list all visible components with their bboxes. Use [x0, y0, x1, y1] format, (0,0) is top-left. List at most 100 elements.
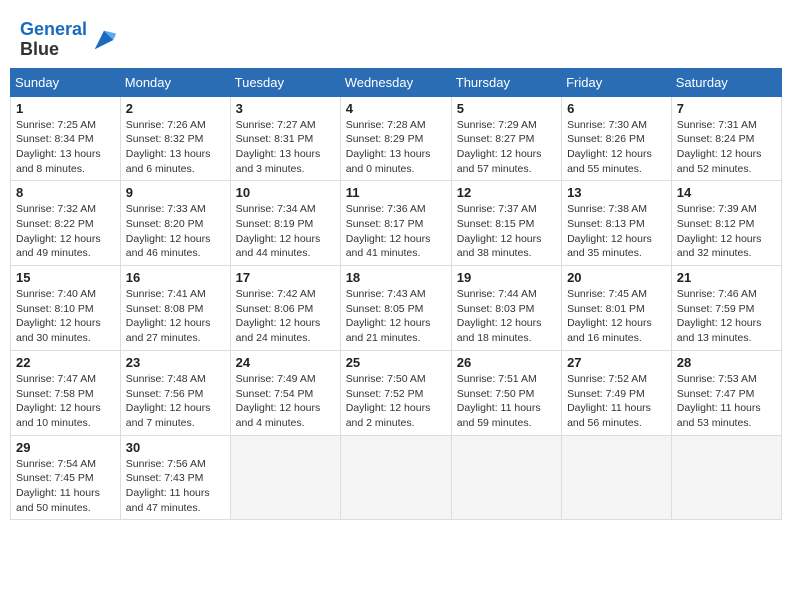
day-number: 12: [457, 185, 556, 200]
day-info: Sunrise: 7:42 AMSunset: 8:06 PMDaylight:…: [236, 287, 335, 346]
logo-icon: [90, 26, 118, 54]
calendar-cell: 23 Sunrise: 7:48 AMSunset: 7:56 PMDayligh…: [120, 350, 230, 435]
day-number: 16: [126, 270, 225, 285]
calendar-cell: 22 Sunrise: 7:47 AMSunset: 7:58 PMDayligh…: [11, 350, 121, 435]
day-number: 10: [236, 185, 335, 200]
logo-text: GeneralBlue: [20, 20, 87, 60]
day-number: 23: [126, 355, 225, 370]
day-info: Sunrise: 7:45 AMSunset: 8:01 PMDaylight:…: [567, 287, 666, 346]
calendar-cell: 24Sunrise: 7:49 AMSunset: 7:54 PMDayligh…: [230, 350, 340, 435]
day-info: Sunrise: 7:30 AMSunset: 8:26 PMDaylight:…: [567, 118, 666, 177]
day-info: Sunrise: 7:40 AMSunset: 8:10 PMDaylight:…: [16, 287, 115, 346]
page-header: GeneralBlue: [10, 10, 782, 68]
day-number: 20: [567, 270, 666, 285]
day-info: Sunrise: 7:54 AMSunset: 7:45 PMDaylight:…: [16, 457, 115, 516]
day-number: 28: [677, 355, 776, 370]
calendar-cell: 18 Sunrise: 7:43 AMSunset: 8:05 PMDayligh…: [340, 266, 451, 351]
day-info: Sunrise: 7:41 AMSunset: 8:08 PMDaylight:…: [126, 287, 225, 346]
calendar-cell: 2Sunrise: 7:26 AMSunset: 8:32 PMDaylight…: [120, 96, 230, 181]
day-info: Sunrise: 7:51 AMSunset: 7:50 PMDaylight:…: [457, 372, 556, 431]
weekday-header-thursday: Thursday: [451, 68, 561, 96]
calendar-cell: 13 Sunrise: 7:38 AMSunset: 8:13 PMDayligh…: [562, 181, 672, 266]
day-number: 13: [567, 185, 666, 200]
calendar-cell: [671, 435, 781, 520]
day-number: 18: [346, 270, 446, 285]
day-number: 2: [126, 101, 225, 116]
calendar-week-4: 22 Sunrise: 7:47 AMSunset: 7:58 PMDayligh…: [11, 350, 782, 435]
day-info: Sunrise: 7:48 AMSunset: 7:56 PMDaylight:…: [126, 372, 225, 431]
day-info: Sunrise: 7:50 AMSunset: 7:52 PMDaylight:…: [346, 372, 446, 431]
day-info: Sunrise: 7:34 AMSunset: 8:19 PMDaylight:…: [236, 202, 335, 261]
calendar-cell: [340, 435, 451, 520]
day-info: Sunrise: 7:47 AMSunset: 7:58 PMDaylight:…: [16, 372, 115, 431]
day-info: Sunrise: 7:32 AMSunset: 8:22 PMDaylight:…: [16, 202, 115, 261]
day-number: 21: [677, 270, 776, 285]
day-number: 24: [236, 355, 335, 370]
calendar-cell: 25Sunrise: 7:50 AMSunset: 7:52 PMDayligh…: [340, 350, 451, 435]
calendar-table: SundayMondayTuesdayWednesdayThursdayFrid…: [10, 68, 782, 521]
weekday-header-tuesday: Tuesday: [230, 68, 340, 96]
day-info: Sunrise: 7:36 AMSunset: 8:17 PMDaylight:…: [346, 202, 446, 261]
calendar-cell: 11Sunrise: 7:36 AMSunset: 8:17 PMDayligh…: [340, 181, 451, 266]
day-number: 3: [236, 101, 335, 116]
calendar-cell: 1 Sunrise: 7:25 AMSunset: 8:34 PMDaylight…: [11, 96, 121, 181]
calendar-cell: 12 Sunrise: 7:37 AMSunset: 8:15 PMDayligh…: [451, 181, 561, 266]
day-number: 14: [677, 185, 776, 200]
day-number: 6: [567, 101, 666, 116]
calendar-cell: 27 Sunrise: 7:52 AMSunset: 7:49 PMDayligh…: [562, 350, 672, 435]
day-info: Sunrise: 7:39 AMSunset: 8:12 PMDaylight:…: [677, 202, 776, 261]
calendar-cell: 29 Sunrise: 7:54 AMSunset: 7:45 PMDayligh…: [11, 435, 121, 520]
calendar-cell: 17 Sunrise: 7:42 AMSunset: 8:06 PMDayligh…: [230, 266, 340, 351]
calendar-cell: 14 Sunrise: 7:39 AMSunset: 8:12 PMDayligh…: [671, 181, 781, 266]
day-info: Sunrise: 7:25 AMSunset: 8:34 PMDaylight:…: [16, 118, 115, 177]
day-number: 19: [457, 270, 556, 285]
calendar-cell: 4Sunrise: 7:28 AMSunset: 8:29 PMDaylight…: [340, 96, 451, 181]
day-info: Sunrise: 7:37 AMSunset: 8:15 PMDaylight:…: [457, 202, 556, 261]
day-number: 1: [16, 101, 115, 116]
weekday-header-saturday: Saturday: [671, 68, 781, 96]
day-number: 7: [677, 101, 776, 116]
day-number: 15: [16, 270, 115, 285]
day-info: Sunrise: 7:43 AMSunset: 8:05 PMDaylight:…: [346, 287, 446, 346]
day-info: Sunrise: 7:56 AMSunset: 7:43 PMDaylight:…: [126, 457, 225, 516]
calendar-cell: [562, 435, 672, 520]
day-number: 4: [346, 101, 446, 116]
logo: GeneralBlue: [20, 20, 118, 60]
calendar-cell: [230, 435, 340, 520]
calendar-cell: 26 Sunrise: 7:51 AMSunset: 7:50 PMDayligh…: [451, 350, 561, 435]
day-info: Sunrise: 7:46 AMSunset: 7:59 PMDaylight:…: [677, 287, 776, 346]
weekday-header-sunday: Sunday: [11, 68, 121, 96]
day-info: Sunrise: 7:33 AMSunset: 8:20 PMDaylight:…: [126, 202, 225, 261]
calendar-cell: [451, 435, 561, 520]
day-number: 5: [457, 101, 556, 116]
day-number: 27: [567, 355, 666, 370]
weekday-header-monday: Monday: [120, 68, 230, 96]
calendar-cell: 8 Sunrise: 7:32 AMSunset: 8:22 PMDaylight…: [11, 181, 121, 266]
weekday-header-friday: Friday: [562, 68, 672, 96]
day-number: 26: [457, 355, 556, 370]
day-number: 9: [126, 185, 225, 200]
day-info: Sunrise: 7:44 AMSunset: 8:03 PMDaylight:…: [457, 287, 556, 346]
day-info: Sunrise: 7:38 AMSunset: 8:13 PMDaylight:…: [567, 202, 666, 261]
calendar-week-2: 8 Sunrise: 7:32 AMSunset: 8:22 PMDaylight…: [11, 181, 782, 266]
day-number: 29: [16, 440, 115, 455]
day-info: Sunrise: 7:52 AMSunset: 7:49 PMDaylight:…: [567, 372, 666, 431]
calendar-cell: 10 Sunrise: 7:34 AMSunset: 8:19 PMDayligh…: [230, 181, 340, 266]
calendar-cell: 7Sunrise: 7:31 AMSunset: 8:24 PMDaylight…: [671, 96, 781, 181]
day-number: 17: [236, 270, 335, 285]
calendar-cell: 20 Sunrise: 7:45 AMSunset: 8:01 PMDayligh…: [562, 266, 672, 351]
calendar-week-1: 1 Sunrise: 7:25 AMSunset: 8:34 PMDaylight…: [11, 96, 782, 181]
calendar-week-3: 15 Sunrise: 7:40 AMSunset: 8:10 PMDayligh…: [11, 266, 782, 351]
calendar-cell: 3Sunrise: 7:27 AMSunset: 8:31 PMDaylight…: [230, 96, 340, 181]
calendar-cell: 16 Sunrise: 7:41 AMSunset: 8:08 PMDayligh…: [120, 266, 230, 351]
day-number: 8: [16, 185, 115, 200]
day-number: 22: [16, 355, 115, 370]
weekday-header-wednesday: Wednesday: [340, 68, 451, 96]
calendar-cell: 9 Sunrise: 7:33 AMSunset: 8:20 PMDaylight…: [120, 181, 230, 266]
calendar-cell: 6 Sunrise: 7:30 AMSunset: 8:26 PMDaylight…: [562, 96, 672, 181]
day-number: 30: [126, 440, 225, 455]
calendar-cell: 28Sunrise: 7:53 AMSunset: 7:47 PMDayligh…: [671, 350, 781, 435]
calendar-week-5: 29 Sunrise: 7:54 AMSunset: 7:45 PMDayligh…: [11, 435, 782, 520]
calendar-cell: 21 Sunrise: 7:46 AMSunset: 7:59 PMDayligh…: [671, 266, 781, 351]
day-info: Sunrise: 7:29 AMSunset: 8:27 PMDaylight:…: [457, 118, 556, 177]
